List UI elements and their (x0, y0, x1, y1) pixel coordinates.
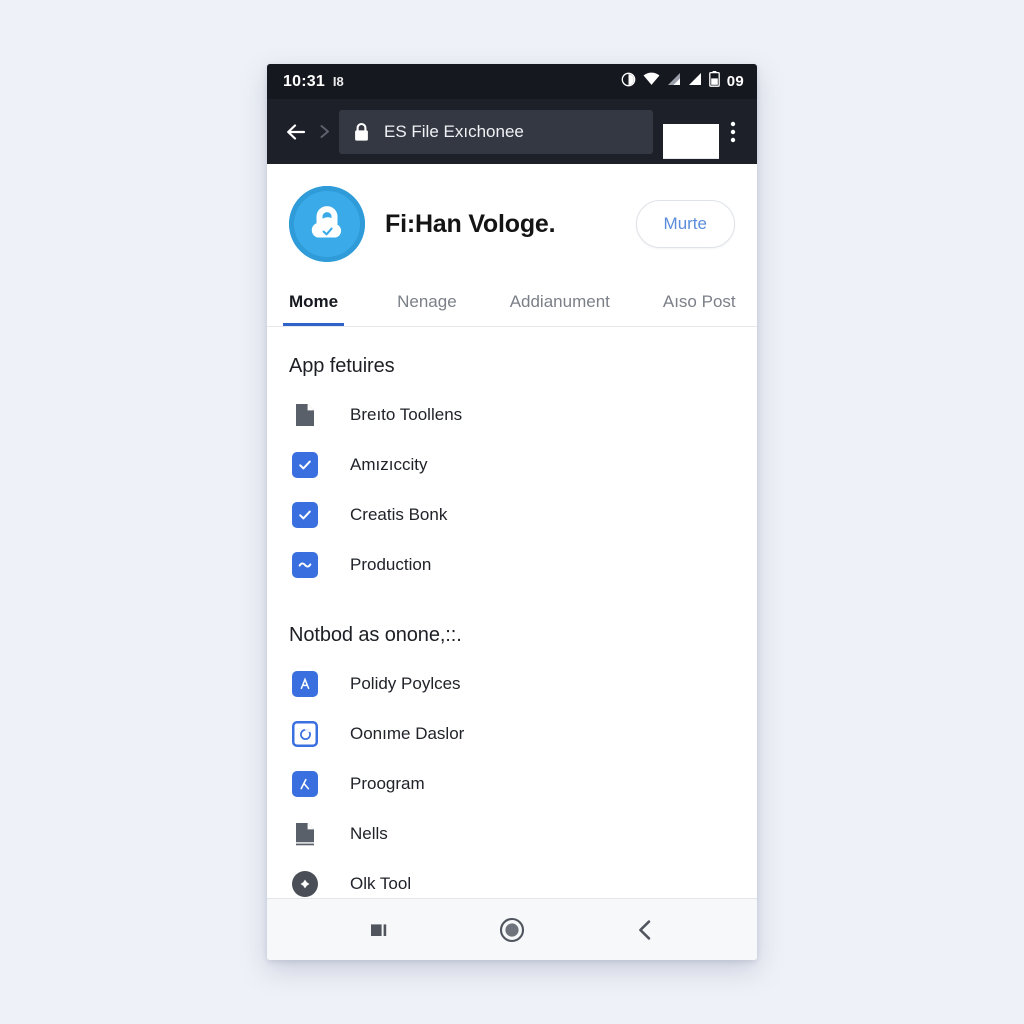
check-square-icon (291, 501, 319, 529)
chevron-right-icon[interactable] (311, 117, 337, 147)
address-bar[interactable]: ES File Exıchonee (339, 109, 653, 154)
letter-a-square-icon (291, 670, 319, 698)
wifi-icon (643, 72, 660, 91)
content-area: App fetuires Breıto Toollens Amızıccity … (267, 327, 757, 898)
list-item[interactable]: Amızıccity (289, 440, 735, 490)
list-item-label: Proogram (350, 774, 425, 793)
signal-bars-icon (688, 72, 702, 91)
section-app-features: App fetuires Breıto Toollens Amızıccity … (289, 355, 735, 590)
section-title: Notbod as onone,::. (289, 624, 462, 646)
status-bar: 10:31 I8 09 (267, 64, 757, 99)
list-item-label: Production (350, 555, 432, 574)
circle-square-outline-icon (291, 720, 319, 748)
tab-addianument[interactable]: Addianument (510, 282, 610, 326)
browser-toolbar: ES File Exıchonee (267, 99, 757, 164)
wave-square-icon (291, 551, 319, 579)
tab-switcher-icon[interactable] (663, 124, 719, 159)
battery-level-text: 09 (726, 73, 744, 90)
overflow-menu-icon[interactable] (721, 115, 745, 149)
signal-bars-icon (667, 72, 681, 91)
padlock-cloud-app-icon (289, 186, 365, 262)
section-notbod: Notbod as onone,::. Polidy Poylces Oonım… (289, 624, 735, 898)
phone-frame: 10:31 I8 09 ES File Exıchonee Fi:Han Vol… (267, 64, 757, 960)
status-bar-left-glyph: I8 (332, 74, 344, 89)
status-bar-icons: 09 (621, 71, 744, 92)
list-item[interactable]: Polidy Poylces (289, 659, 735, 709)
sync-circle-icon (621, 72, 636, 92)
list-item[interactable]: Production (289, 540, 735, 590)
url-text: ES File Exıchonee (384, 121, 524, 141)
app-header-row: Fi:Han Vologe. Murte (289, 186, 735, 262)
lock-icon (353, 122, 370, 142)
list-item[interactable]: Oonıme Daslor (289, 709, 735, 759)
list-item-label: Creatis Bonk (350, 505, 448, 524)
tab-aiso-post[interactable]: Aıso Post (663, 282, 736, 326)
arrow-left-icon[interactable] (281, 117, 311, 147)
list-item-label: Nells (350, 824, 388, 843)
app-action-button[interactable]: Murte (635, 200, 735, 248)
list-item-label: Amızıccity (350, 455, 428, 474)
section-title: App fetuires (289, 355, 395, 377)
app-header: Fi:Han Vologe. Murte (267, 164, 757, 262)
plus-circle-icon (291, 870, 319, 898)
list-item[interactable]: Olk Tool (289, 859, 735, 898)
list-item[interactable]: Creatis Bonk (289, 490, 735, 540)
document-icon (291, 401, 319, 429)
tab-nenage[interactable]: Nenage (397, 282, 457, 326)
list-item[interactable]: Nells (289, 809, 735, 859)
system-nav-bar (267, 898, 757, 960)
page-root: 10:31 I8 09 ES File Exıchonee Fi:Han Vol… (0, 0, 1024, 1024)
list-item[interactable]: Proogram (289, 759, 735, 809)
app-title: Fi:Han Vologe. (385, 209, 556, 238)
list-item-label: Oonıme Daslor (350, 724, 465, 743)
document-icon (291, 820, 319, 848)
tab-mome[interactable]: Mome (283, 282, 345, 326)
home-circle-icon[interactable] (489, 907, 535, 953)
check-square-icon (291, 451, 319, 479)
list-item-label: Polidy Poylces (350, 674, 461, 693)
lambda-square-icon (291, 770, 319, 798)
recents-icon[interactable] (356, 907, 402, 953)
status-bar-clock: 10:31 (283, 72, 325, 90)
battery-icon (708, 71, 720, 92)
list-item-label: Breıto Toollens (350, 405, 463, 424)
tab-bar: Mome Nenage Addianument Aıso Post (267, 282, 757, 327)
back-chevron-icon[interactable] (622, 907, 668, 953)
list-item-label: Olk Tool (350, 874, 412, 893)
list-item[interactable]: Breıto Toollens (289, 390, 735, 440)
